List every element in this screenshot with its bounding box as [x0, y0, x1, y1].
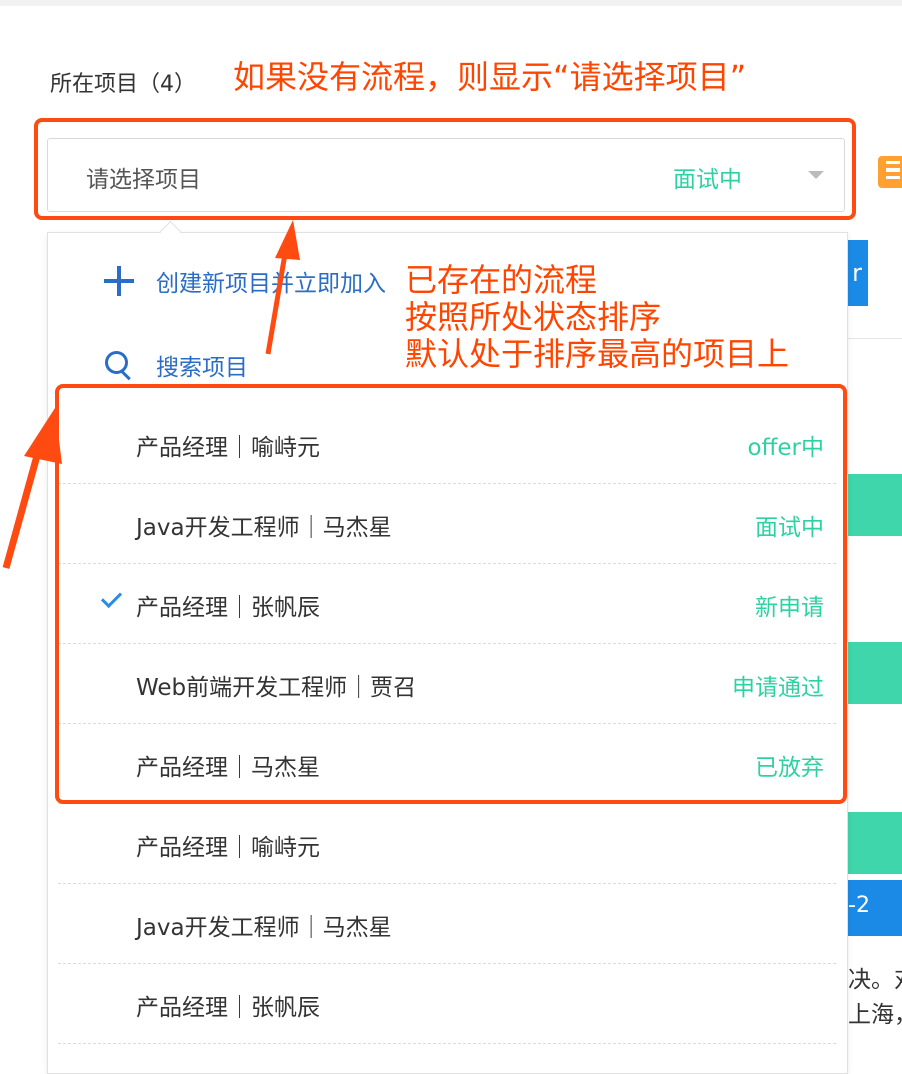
- arrow-to-select: [265, 247, 289, 355]
- annotation-arrows: [2, 220, 300, 569]
- arrow-head-up: [24, 408, 62, 464]
- arrow-head-up: [275, 220, 300, 260]
- arrow-to-list: [2, 444, 44, 569]
